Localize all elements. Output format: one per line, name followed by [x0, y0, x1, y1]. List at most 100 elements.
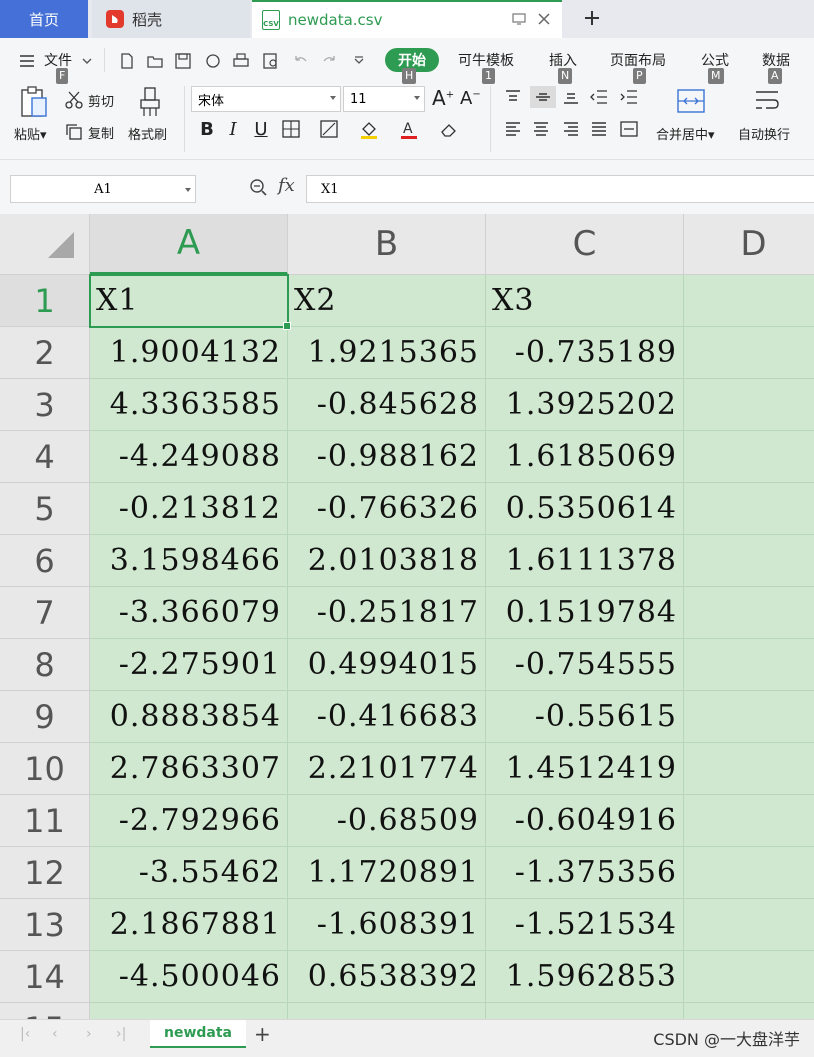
prev-sheet-icon[interactable]: ‹: [52, 1026, 58, 1042]
cell-c5[interactable]: 0.5350614: [486, 483, 684, 535]
next-sheet-icon[interactable]: ›: [86, 1026, 92, 1042]
cell-b13[interactable]: -1.608391: [288, 899, 486, 951]
cell-c15[interactable]: [486, 1003, 684, 1019]
font-name-select[interactable]: 宋体: [191, 86, 341, 112]
italic-icon[interactable]: I: [222, 118, 244, 140]
cell-a6[interactable]: 3.1598466: [90, 535, 288, 587]
cell-d13[interactable]: [684, 899, 814, 951]
cell-b1[interactable]: X2: [288, 275, 486, 327]
clear-format-icon[interactable]: [438, 118, 460, 140]
row-header-5[interactable]: 5: [0, 483, 90, 535]
cell-c8[interactable]: -0.754555: [486, 639, 684, 691]
first-sheet-icon[interactable]: |‹: [20, 1026, 30, 1042]
save-icon[interactable]: [174, 52, 192, 70]
customize-toolbar-icon[interactable]: [352, 52, 370, 70]
justify-icon[interactable]: [588, 118, 610, 140]
align-right-icon[interactable]: [560, 118, 582, 140]
cell-c2[interactable]: -0.735189: [486, 327, 684, 379]
open-folder-icon[interactable]: [146, 52, 164, 70]
cell-a4[interactable]: -4.249088: [90, 431, 288, 483]
cell-d14[interactable]: [684, 951, 814, 1003]
cell-c13[interactable]: -1.521534: [486, 899, 684, 951]
cell-c3[interactable]: 1.3925202: [486, 379, 684, 431]
column-header-b[interactable]: B: [288, 214, 486, 275]
decrease-indent-icon[interactable]: [588, 86, 610, 108]
cell-a14[interactable]: -4.500046: [90, 951, 288, 1003]
align-left-icon[interactable]: [502, 118, 524, 140]
cell-d2[interactable]: [684, 327, 814, 379]
fill-color-icon[interactable]: [358, 118, 380, 140]
cell-b15[interactable]: [288, 1003, 486, 1019]
row-header-12[interactable]: 12: [0, 847, 90, 899]
cell-b5[interactable]: -0.766326: [288, 483, 486, 535]
cell-b7[interactable]: -0.251817: [288, 587, 486, 639]
cell-c4[interactable]: 1.6185069: [486, 431, 684, 483]
menu-formulas[interactable]: 公式: [701, 50, 729, 70]
cell-c12[interactable]: -1.375356: [486, 847, 684, 899]
new-file-icon[interactable]: [118, 52, 136, 70]
cell-c1[interactable]: X3: [486, 275, 684, 327]
print-icon[interactable]: [232, 52, 250, 70]
menu-file[interactable]: 文件: [44, 50, 72, 70]
cell-d5[interactable]: [684, 483, 814, 535]
share-icon[interactable]: [204, 52, 222, 70]
redo-icon[interactable]: [320, 52, 338, 70]
row-header-4[interactable]: 4: [0, 431, 90, 483]
add-sheet-icon[interactable]: +: [254, 1022, 271, 1046]
cell-a12[interactable]: -3.55462: [90, 847, 288, 899]
cell-d3[interactable]: [684, 379, 814, 431]
tab-daoke[interactable]: 稻壳: [92, 0, 250, 38]
row-header-1[interactable]: 1: [0, 275, 90, 327]
cell-b2[interactable]: 1.9215365: [288, 327, 486, 379]
paste-icon[interactable]: [18, 86, 50, 124]
column-header-c[interactable]: C: [486, 214, 684, 275]
cell-d1[interactable]: [684, 275, 814, 327]
cell-a1[interactable]: X1: [90, 275, 288, 327]
spreadsheet-grid[interactable]: A B C D 1 X1 X2 X3 2 1.9004132 1.9215365 -0.735189 3…: [0, 214, 814, 1019]
cell-c7[interactable]: 0.1519784: [486, 587, 684, 639]
cell-d10[interactable]: [684, 743, 814, 795]
merge-center-icon[interactable]: [676, 88, 706, 118]
formula-input[interactable]: X1: [306, 175, 814, 203]
cell-a8[interactable]: -2.275901: [90, 639, 288, 691]
row-header-2[interactable]: 2: [0, 327, 90, 379]
column-header-a[interactable]: A: [90, 214, 288, 275]
cell-a15[interactable]: [90, 1003, 288, 1019]
cell-d7[interactable]: [684, 587, 814, 639]
increase-indent-icon[interactable]: [618, 86, 640, 108]
cell-a5[interactable]: -0.213812: [90, 483, 288, 535]
font-color-icon[interactable]: A: [398, 118, 420, 140]
undo-icon[interactable]: [292, 52, 310, 70]
fill-pattern-icon[interactable]: [318, 118, 340, 140]
cell-b6[interactable]: 2.0103818: [288, 535, 486, 587]
cell-d15[interactable]: [684, 1003, 814, 1019]
paste-button[interactable]: 粘贴▾: [14, 124, 47, 143]
cell-b4[interactable]: -0.988162: [288, 431, 486, 483]
tab-home[interactable]: 首页: [0, 0, 88, 38]
cell-b10[interactable]: 2.2101774: [288, 743, 486, 795]
cell-c10[interactable]: 1.4512419: [486, 743, 684, 795]
close-tab-icon[interactable]: [538, 11, 550, 29]
cell-a7[interactable]: -3.366079: [90, 587, 288, 639]
menu-page-layout[interactable]: 页面布局: [610, 50, 666, 70]
print-preview-icon[interactable]: [262, 52, 280, 70]
cell-a13[interactable]: 2.1867881: [90, 899, 288, 951]
zoom-formula-icon[interactable]: [248, 177, 268, 201]
row-header-15[interactable]: 15: [0, 1003, 90, 1019]
font-size-select[interactable]: 11: [343, 86, 425, 112]
merge-center-button[interactable]: 合并居中▾: [656, 124, 715, 143]
cell-b11[interactable]: -0.68509: [288, 795, 486, 847]
cell-a9[interactable]: 0.8883854: [90, 691, 288, 743]
align-middle-icon[interactable]: [530, 86, 556, 108]
cell-d12[interactable]: [684, 847, 814, 899]
cell-d9[interactable]: [684, 691, 814, 743]
menu-templates[interactable]: 可牛模板: [458, 50, 514, 70]
decrease-font-icon[interactable]: A−: [460, 88, 481, 109]
copy-button[interactable]: 复制: [64, 122, 114, 142]
name-box[interactable]: A1: [10, 175, 196, 203]
column-header-d[interactable]: D: [684, 214, 814, 275]
last-sheet-icon[interactable]: ›|: [116, 1026, 126, 1042]
increase-font-icon[interactable]: A+: [432, 86, 454, 110]
cell-c9[interactable]: -0.55615: [486, 691, 684, 743]
cell-a3[interactable]: 4.3363585: [90, 379, 288, 431]
